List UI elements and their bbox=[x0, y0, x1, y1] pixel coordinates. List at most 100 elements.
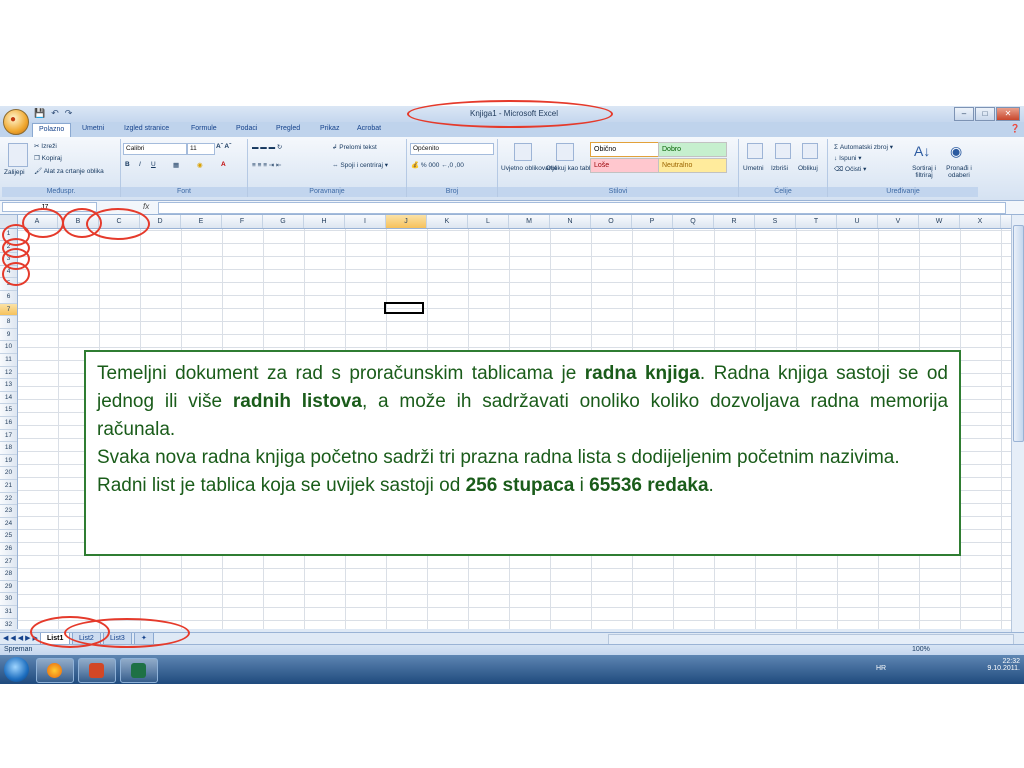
italic-icon[interactable]: I bbox=[139, 161, 141, 168]
column-header-x[interactable]: X bbox=[960, 215, 1001, 228]
font-size-select[interactable]: 11 bbox=[187, 143, 215, 155]
tab-acrobat[interactable]: Acrobat bbox=[357, 125, 381, 132]
tab-formule[interactable]: Formule bbox=[191, 125, 217, 132]
column-header-r[interactable]: R bbox=[714, 215, 755, 228]
row-header-30[interactable]: 30 bbox=[0, 593, 17, 606]
row-header-21[interactable]: 21 bbox=[0, 480, 17, 493]
column-header-f[interactable]: F bbox=[222, 215, 263, 228]
language-indicator[interactable]: HR bbox=[876, 665, 886, 672]
insert-function-icon[interactable]: fx bbox=[143, 202, 149, 211]
find-select-button[interactable]: Pronađi i odaberi bbox=[942, 165, 976, 179]
column-header-i[interactable]: I bbox=[345, 215, 386, 228]
copy-button[interactable]: ❐ Kopiraj bbox=[34, 154, 62, 162]
column-header-n[interactable]: N bbox=[550, 215, 591, 228]
column-header-p[interactable]: P bbox=[632, 215, 673, 228]
sort-filter-button[interactable]: Sortiraj i filtriraj bbox=[906, 165, 942, 179]
row-header-7[interactable]: 7 bbox=[0, 303, 17, 317]
align-left-icon[interactable]: ≡ ≡ ≡ ⇥ ⇤ bbox=[252, 161, 282, 169]
column-header-w[interactable]: W bbox=[919, 215, 960, 228]
column-header-j[interactable]: J bbox=[386, 215, 427, 228]
sort-filter-icon[interactable]: A↓ bbox=[914, 143, 930, 159]
undo-icon[interactable]: ↶ bbox=[51, 108, 59, 119]
row-header-22[interactable]: 22 bbox=[0, 493, 17, 506]
font-name-select[interactable]: Calibri bbox=[123, 143, 187, 155]
percent-icon[interactable]: 💰 % 000 ←,0 ,00 bbox=[411, 161, 464, 169]
underline-icon[interactable]: U bbox=[151, 161, 156, 168]
office-button[interactable]: ● bbox=[3, 109, 29, 135]
paste-button[interactable]: Zalijepi bbox=[4, 169, 25, 176]
row-header-28[interactable]: 28 bbox=[0, 568, 17, 581]
formula-input[interactable] bbox=[158, 202, 1006, 214]
borders-icon[interactable]: ▦ bbox=[173, 161, 179, 169]
row-header-10[interactable]: 10 bbox=[0, 341, 17, 354]
row-header-15[interactable]: 15 bbox=[0, 404, 17, 417]
row-header-27[interactable]: 27 bbox=[0, 556, 17, 569]
row-header-19[interactable]: 19 bbox=[0, 455, 17, 468]
number-format-select[interactable]: Općenito bbox=[410, 143, 494, 155]
tab-podaci[interactable]: Podaci bbox=[236, 125, 257, 132]
binoculars-icon[interactable]: ◉ bbox=[950, 143, 962, 160]
column-header-l[interactable]: L bbox=[468, 215, 509, 228]
vertical-scroll-thumb[interactable] bbox=[1013, 225, 1024, 442]
style-good[interactable]: Dobro bbox=[658, 142, 727, 157]
save-icon[interactable]: 💾 bbox=[34, 108, 45, 119]
style-neutral[interactable]: Neutralno bbox=[658, 158, 727, 173]
tab-izgled-stranice[interactable]: Izgled stranice bbox=[124, 125, 169, 132]
format-cells-button[interactable]: Oblikuj bbox=[798, 165, 818, 172]
vertical-scrollbar[interactable] bbox=[1011, 215, 1024, 638]
column-header-g[interactable]: G bbox=[263, 215, 304, 228]
cut-button[interactable]: ✂ Izreži bbox=[34, 142, 57, 150]
row-header-26[interactable]: 26 bbox=[0, 543, 17, 556]
row-header-12[interactable]: 12 bbox=[0, 367, 17, 380]
help-icon[interactable]: ❓ bbox=[1010, 124, 1020, 133]
quick-access-toolbar[interactable]: 💾 ↶ ↷ bbox=[34, 108, 72, 119]
wrap-text-button[interactable]: ↲ Prelomi tekst bbox=[332, 143, 377, 151]
format-painter-button[interactable]: 🖌 Alat za crtanje oblika bbox=[34, 167, 104, 175]
format-as-table-icon[interactable] bbox=[556, 143, 574, 161]
merge-center-button[interactable]: ⇔ Spoji i centriraj ▾ bbox=[332, 161, 388, 169]
column-header-q[interactable]: Q bbox=[673, 215, 714, 228]
autosum-button[interactable]: Σ Automatski zbroj ▾ bbox=[834, 143, 893, 151]
row-header-29[interactable]: 29 bbox=[0, 581, 17, 594]
grow-font-icon[interactable]: Aˆ Aˇ bbox=[216, 143, 231, 150]
conditional-formatting-icon[interactable] bbox=[514, 143, 532, 161]
row-header-16[interactable]: 16 bbox=[0, 417, 17, 430]
zoom-level[interactable]: 100% bbox=[912, 646, 930, 653]
column-header-o[interactable]: O bbox=[591, 215, 632, 228]
row-header-31[interactable]: 31 bbox=[0, 606, 17, 619]
row-header-9[interactable]: 9 bbox=[0, 329, 17, 342]
delete-cells-icon[interactable] bbox=[775, 143, 791, 159]
tab-prikaz[interactable]: Prikaz bbox=[320, 125, 339, 132]
column-header-e[interactable]: E bbox=[181, 215, 222, 228]
bold-icon[interactable]: B bbox=[125, 161, 130, 168]
column-header-s[interactable]: S bbox=[755, 215, 796, 228]
column-header-u[interactable]: U bbox=[837, 215, 878, 228]
system-clock[interactable]: 22:32 9.10.2011. bbox=[987, 658, 1020, 672]
taskbar-excel[interactable] bbox=[120, 658, 158, 683]
minimize-button[interactable]: – bbox=[954, 107, 974, 121]
close-button[interactable]: ✕ bbox=[996, 107, 1020, 121]
clear-button[interactable]: ⌫ Očisti ▾ bbox=[834, 165, 866, 173]
paste-icon[interactable] bbox=[8, 143, 28, 167]
taskbar-powerpoint[interactable] bbox=[78, 658, 116, 683]
tab-pregled[interactable]: Pregled bbox=[276, 125, 300, 132]
row-header-25[interactable]: 25 bbox=[0, 530, 17, 543]
format-cells-icon[interactable] bbox=[802, 143, 818, 159]
style-bad[interactable]: Loše bbox=[590, 158, 659, 173]
column-header-v[interactable]: V bbox=[878, 215, 919, 228]
row-header-11[interactable]: 11 bbox=[0, 354, 17, 367]
fill-button[interactable]: ↓ Ispuni ▾ bbox=[834, 154, 862, 162]
maximize-button[interactable]: □ bbox=[975, 107, 995, 121]
tab-polazno[interactable]: Polazno bbox=[32, 123, 72, 138]
row-header-6[interactable]: 6 bbox=[0, 291, 17, 304]
tab-umetni[interactable]: Umetni bbox=[82, 125, 104, 132]
column-header-k[interactable]: K bbox=[427, 215, 468, 228]
fill-color-icon[interactable]: ◉ bbox=[197, 161, 203, 169]
start-button[interactable] bbox=[4, 657, 29, 682]
delete-cells-button[interactable]: Izbriši bbox=[771, 165, 788, 172]
column-header-m[interactable]: M bbox=[509, 215, 550, 228]
row-header-13[interactable]: 13 bbox=[0, 379, 17, 392]
column-header-h[interactable]: H bbox=[304, 215, 345, 228]
row-header-20[interactable]: 20 bbox=[0, 467, 17, 480]
redo-icon[interactable]: ↷ bbox=[65, 108, 73, 119]
